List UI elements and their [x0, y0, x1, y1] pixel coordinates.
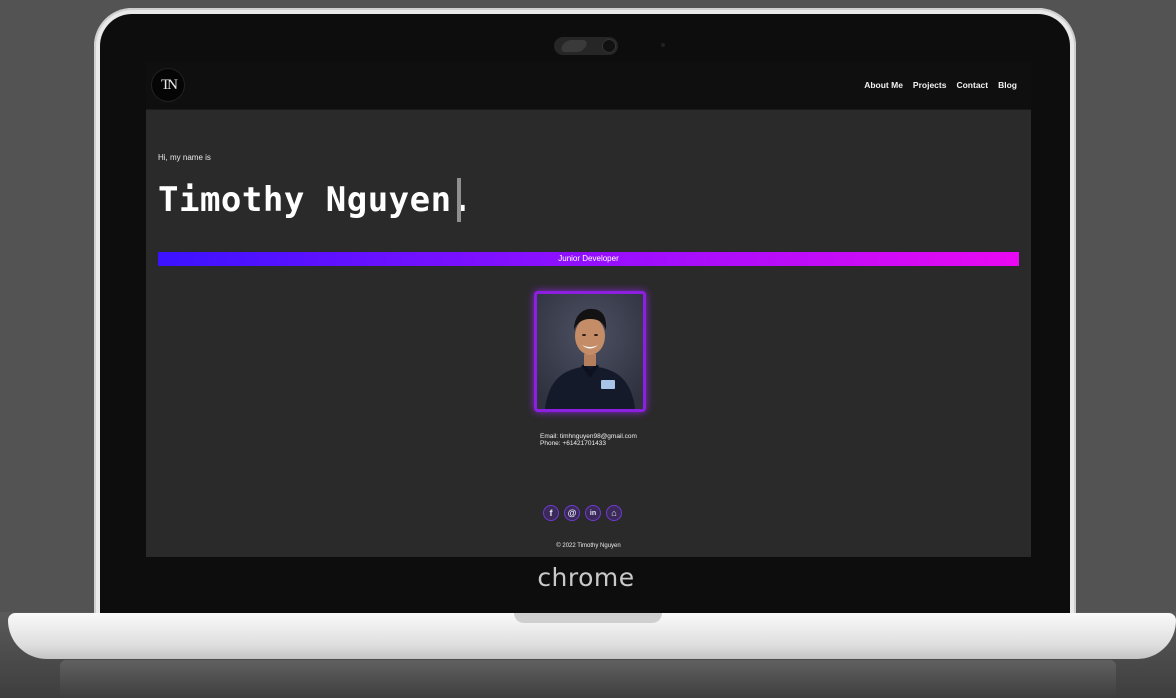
device-brand-label: chrome	[537, 563, 635, 592]
contact-email[interactable]: Email: timhnguyen98@gmail.com	[540, 433, 637, 440]
light-sensor	[661, 43, 665, 47]
nav-contact-link[interactable]: Contact	[956, 80, 988, 90]
laptop-reflection	[60, 660, 1116, 698]
email-at-icon[interactable]: @	[564, 505, 580, 521]
facebook-icon[interactable]: f	[543, 505, 559, 521]
contact-info: Email: timhnguyen98@gmail.com Phone: +61…	[540, 433, 637, 447]
nav-links: About Me Projects Contact Blog	[864, 80, 1017, 90]
hero-name: Timothy Nguyen.	[158, 180, 473, 220]
nav-about-me-link[interactable]: About Me	[864, 80, 903, 90]
webcam-icon	[603, 40, 615, 52]
greeting-text: Hi, my name is	[158, 153, 211, 162]
role-banner: Junior Developer	[158, 252, 1019, 266]
contact-phone[interactable]: Phone: +61421701433	[540, 440, 637, 447]
nav-blog-link[interactable]: Blog	[998, 80, 1017, 90]
typing-caret	[457, 178, 461, 222]
site-logo[interactable]: TN	[152, 69, 184, 101]
copyright-text: © 2022 Timothy Nguyen	[556, 543, 621, 549]
navbar: TN About Me Projects Contact Blog	[146, 62, 1031, 110]
profile-photo-image	[537, 294, 643, 409]
laptop-hinge-notch	[514, 613, 662, 623]
laptop-screen: TN About Me Projects Contact Blog Hi, my…	[146, 62, 1031, 557]
profile-photo	[534, 291, 646, 412]
nav-projects-link[interactable]: Projects	[913, 80, 947, 90]
social-links: f @ in ⌂	[543, 505, 622, 521]
linkedin-icon[interactable]: in	[585, 505, 601, 521]
github-icon[interactable]: ⌂	[606, 505, 622, 521]
